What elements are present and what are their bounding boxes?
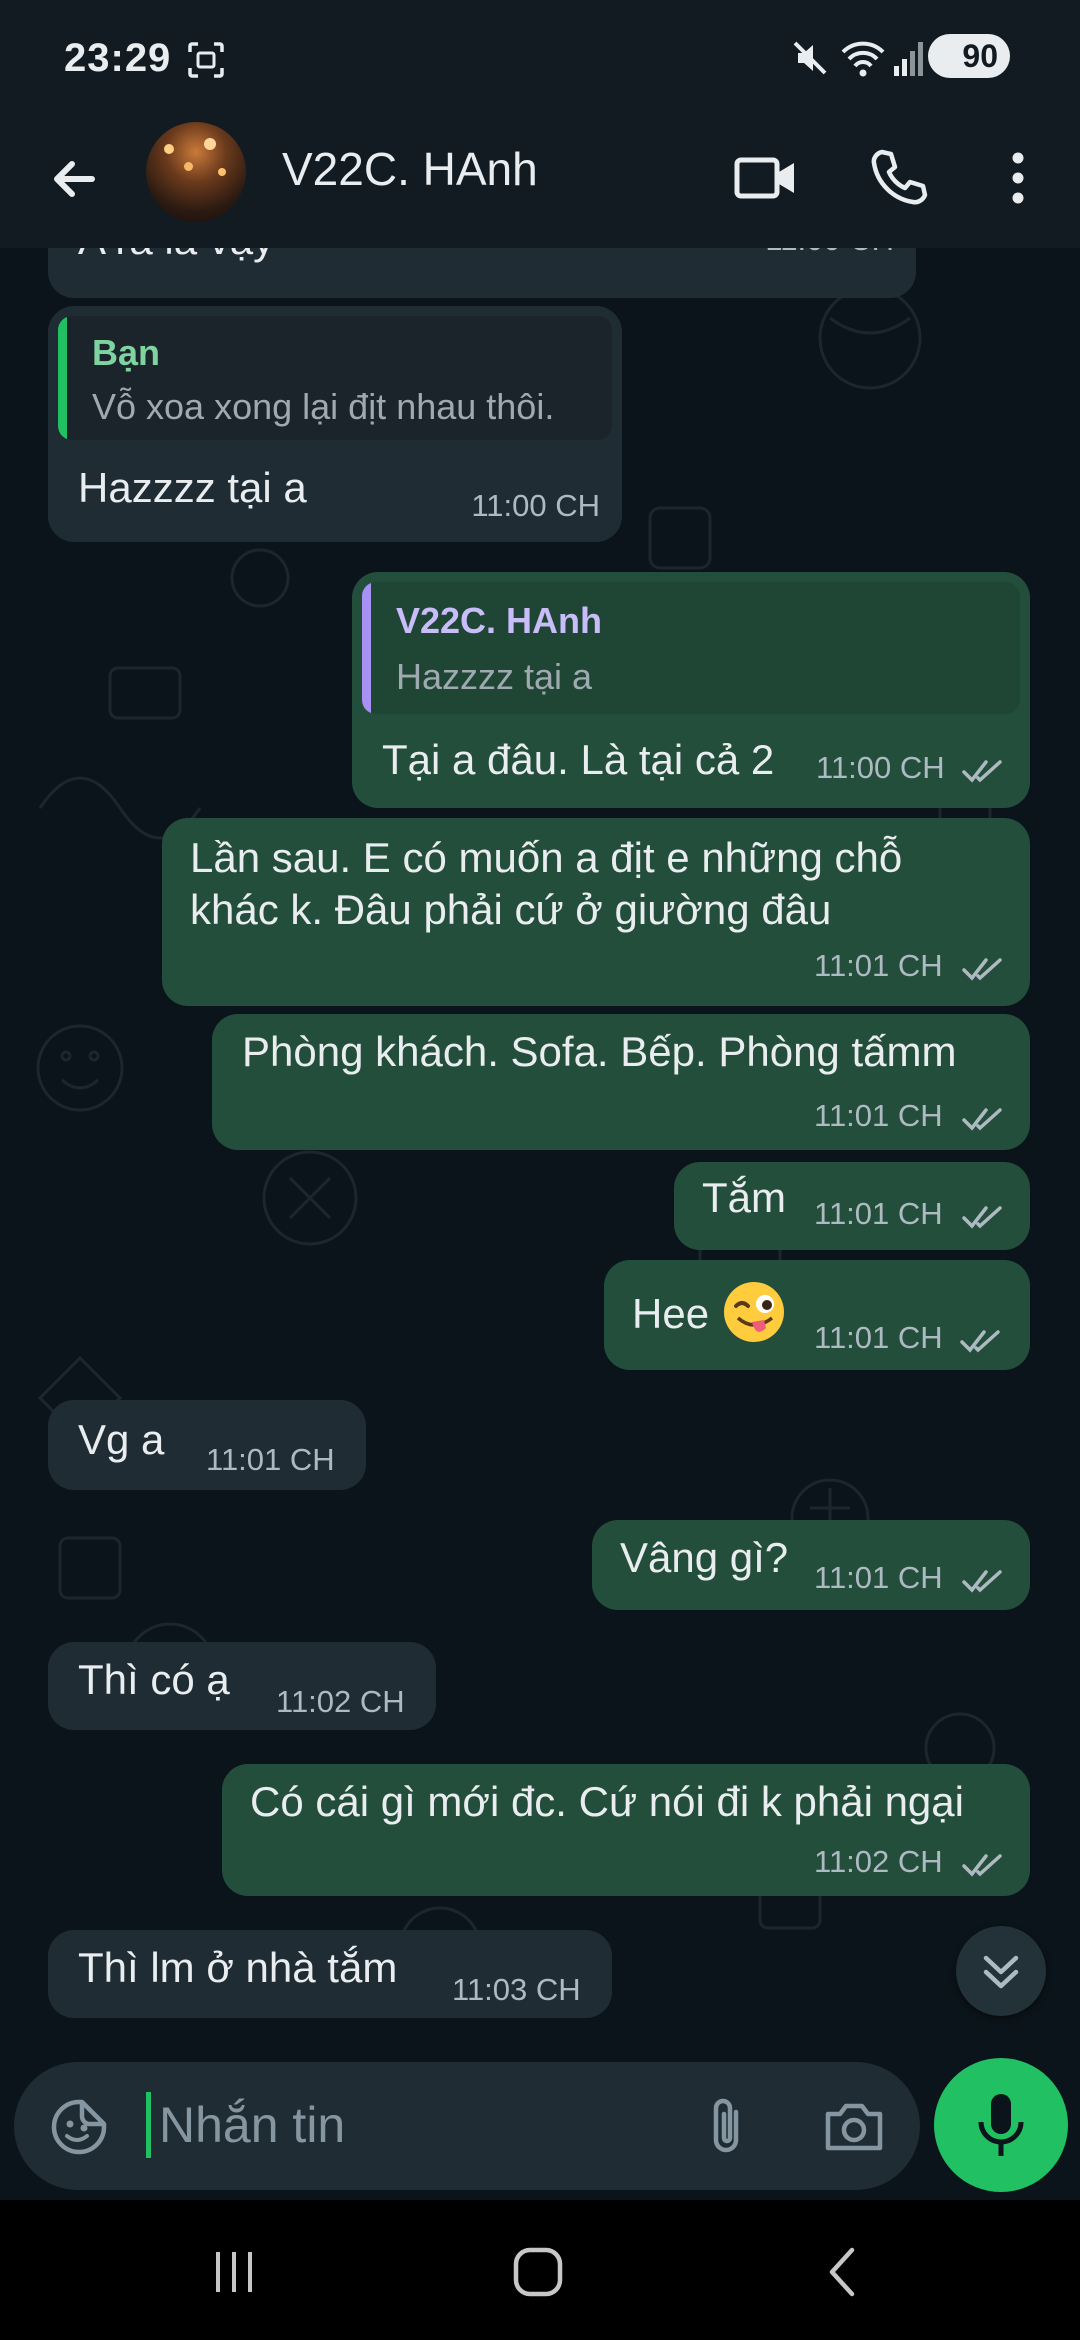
message-text: Phòng khách. Sofa. Bếp. Phòng tấmm [242, 1028, 957, 1075]
message-bubble-incoming[interactable]: Vg a 11:01 CH [48, 1400, 366, 1490]
message-time: 11:02 CH [814, 1844, 943, 1879]
message-time: 11:00 CH [765, 248, 894, 258]
winking-tongue-face-emoji [724, 1282, 784, 1342]
message-time: 11:00 CH [471, 488, 600, 523]
video-call-icon[interactable] [730, 142, 802, 214]
back-icon[interactable] [816, 2244, 872, 2300]
message-bubble-outgoing[interactable]: Lần sau. E có muốn a địt e những chỗ khá… [162, 818, 1030, 1006]
message-text: Tại a đâu. Là tại cả 2 [382, 736, 775, 783]
quote-text: Hazzzz tại a [396, 656, 593, 697]
quoted-message[interactable]: Bạn Vỗ xoa xong lại địt nhau thôi. [58, 316, 612, 440]
mic-icon [978, 2094, 1024, 2156]
message-bubble-incoming[interactable]: A ra là vậy 11:00 CH [48, 248, 916, 298]
sticker-icon[interactable] [50, 2098, 108, 2156]
read-ticks-icon [962, 1206, 1002, 1229]
message-bubble-outgoing[interactable]: Phòng khách. Sofa. Bếp. Phòng tấmm 11:01… [212, 1014, 1030, 1150]
signal-icon [894, 42, 923, 76]
screenshot-icon [188, 42, 224, 78]
recent-apps-icon[interactable] [206, 2244, 262, 2300]
text-cursor [146, 2092, 151, 2158]
message-bubble-incoming[interactable]: Bạn Vỗ xoa xong lại địt nhau thôi. Hazzz… [48, 306, 622, 542]
message-time: 11:01 CH [814, 1098, 943, 1133]
voice-message-button[interactable] [934, 2058, 1068, 2192]
chat-header: V22C. HAnh [0, 120, 1080, 248]
double-chevron-down-icon [983, 1955, 1019, 1989]
message-text: Vg a [78, 1416, 165, 1463]
system-navigation-bar [0, 2200, 1080, 2340]
message-time: 11:01 CH [206, 1442, 335, 1477]
contact-name[interactable]: V22C. HAnh [282, 142, 538, 196]
phone-call-icon[interactable] [862, 142, 934, 214]
message-text: Hazzzz tại a [78, 464, 307, 511]
message-bubble-incoming[interactable]: Thì lm ở nhà tắm 11:03 CH [48, 1930, 612, 2018]
read-ticks-icon [962, 958, 1002, 981]
avatar[interactable] [146, 122, 246, 222]
message-text: A ra là vậy [78, 248, 274, 266]
message-text: Tắm [702, 1174, 786, 1221]
quote-text: Vỗ xoa xong lại địt nhau thôi. [92, 386, 555, 427]
status-time: 23:29 [64, 36, 172, 80]
scroll-to-bottom-button[interactable] [956, 1926, 1046, 2016]
quote-bar [58, 316, 67, 440]
message-time: 11:01 CH [814, 948, 943, 983]
quoted-message[interactable]: V22C. HAnh Hazzzz tại a [362, 582, 1020, 714]
read-ticks-icon [960, 1330, 1000, 1353]
message-text: Thì có ạ [78, 1656, 230, 1703]
message-bubble-outgoing[interactable]: Tắm 11:01 CH [674, 1162, 1030, 1250]
message-bubble-outgoing[interactable]: V22C. HAnh Hazzzz tại a Tại a đâu. Là tạ… [352, 572, 1030, 808]
message-list[interactable]: A ra là vậy 11:00 CH Bạn Vỗ xoa xong lại… [0, 248, 1080, 2048]
message-text: Có cái gì mới đc. Cứ nói đi k phải ngại [250, 1778, 964, 1825]
home-icon[interactable] [508, 2244, 568, 2300]
read-ticks-icon [962, 1854, 1002, 1877]
attach-icon[interactable] [696, 2094, 756, 2158]
message-text: Hee [632, 1290, 710, 1337]
message-bubble-incoming[interactable]: Thì có ạ 11:02 CH [48, 1642, 436, 1730]
message-text: Thì lm ở nhà tắm [78, 1944, 398, 1991]
message-text: Lần sau. E có muốn a địt e những chỗ khá… [190, 834, 903, 933]
read-ticks-icon [962, 1570, 1002, 1593]
quote-author: Bạn [92, 332, 161, 373]
wifi-icon [841, 41, 885, 77]
message-text: Vâng gì? [620, 1534, 789, 1581]
message-bubble-outgoing[interactable]: Có cái gì mới đc. Cứ nói đi k phải ngại … [222, 1764, 1030, 1896]
mute-icon [793, 41, 827, 75]
message-time: 11:01 CH [814, 1196, 943, 1231]
read-ticks-icon [962, 1108, 1002, 1131]
quote-bar [362, 582, 371, 714]
quote-author: V22C. HAnh [396, 600, 603, 641]
message-bubble-outgoing[interactable]: Hee 11:01 CH [604, 1260, 1030, 1370]
message-time: 11:02 CH [276, 1684, 405, 1719]
read-ticks-icon [962, 760, 1002, 783]
message-input-container[interactable]: Nhắn tin [14, 2062, 920, 2190]
back-arrow-icon[interactable] [40, 144, 110, 214]
message-input[interactable]: Nhắn tin [159, 2096, 345, 2154]
battery-indicator: 90 [928, 34, 1010, 78]
message-time: 11:01 CH [814, 1560, 943, 1595]
message-time: 11:00 CH [816, 750, 945, 785]
camera-icon[interactable] [822, 2096, 886, 2156]
more-options-icon[interactable] [982, 142, 1054, 214]
whatsapp-chat-screen: 23:29 90 V22C. HAnh Bạn Vỗ xoa xong lại … [0, 0, 1080, 2340]
status-bar: 23:29 90 [0, 0, 1080, 120]
composer: Nhắn tin [0, 2048, 1080, 2200]
message-time: 11:03 CH [452, 1972, 581, 2007]
message-time: 11:01 CH [814, 1320, 943, 1355]
message-bubble-outgoing[interactable]: Vâng gì? 11:01 CH [592, 1520, 1030, 1610]
